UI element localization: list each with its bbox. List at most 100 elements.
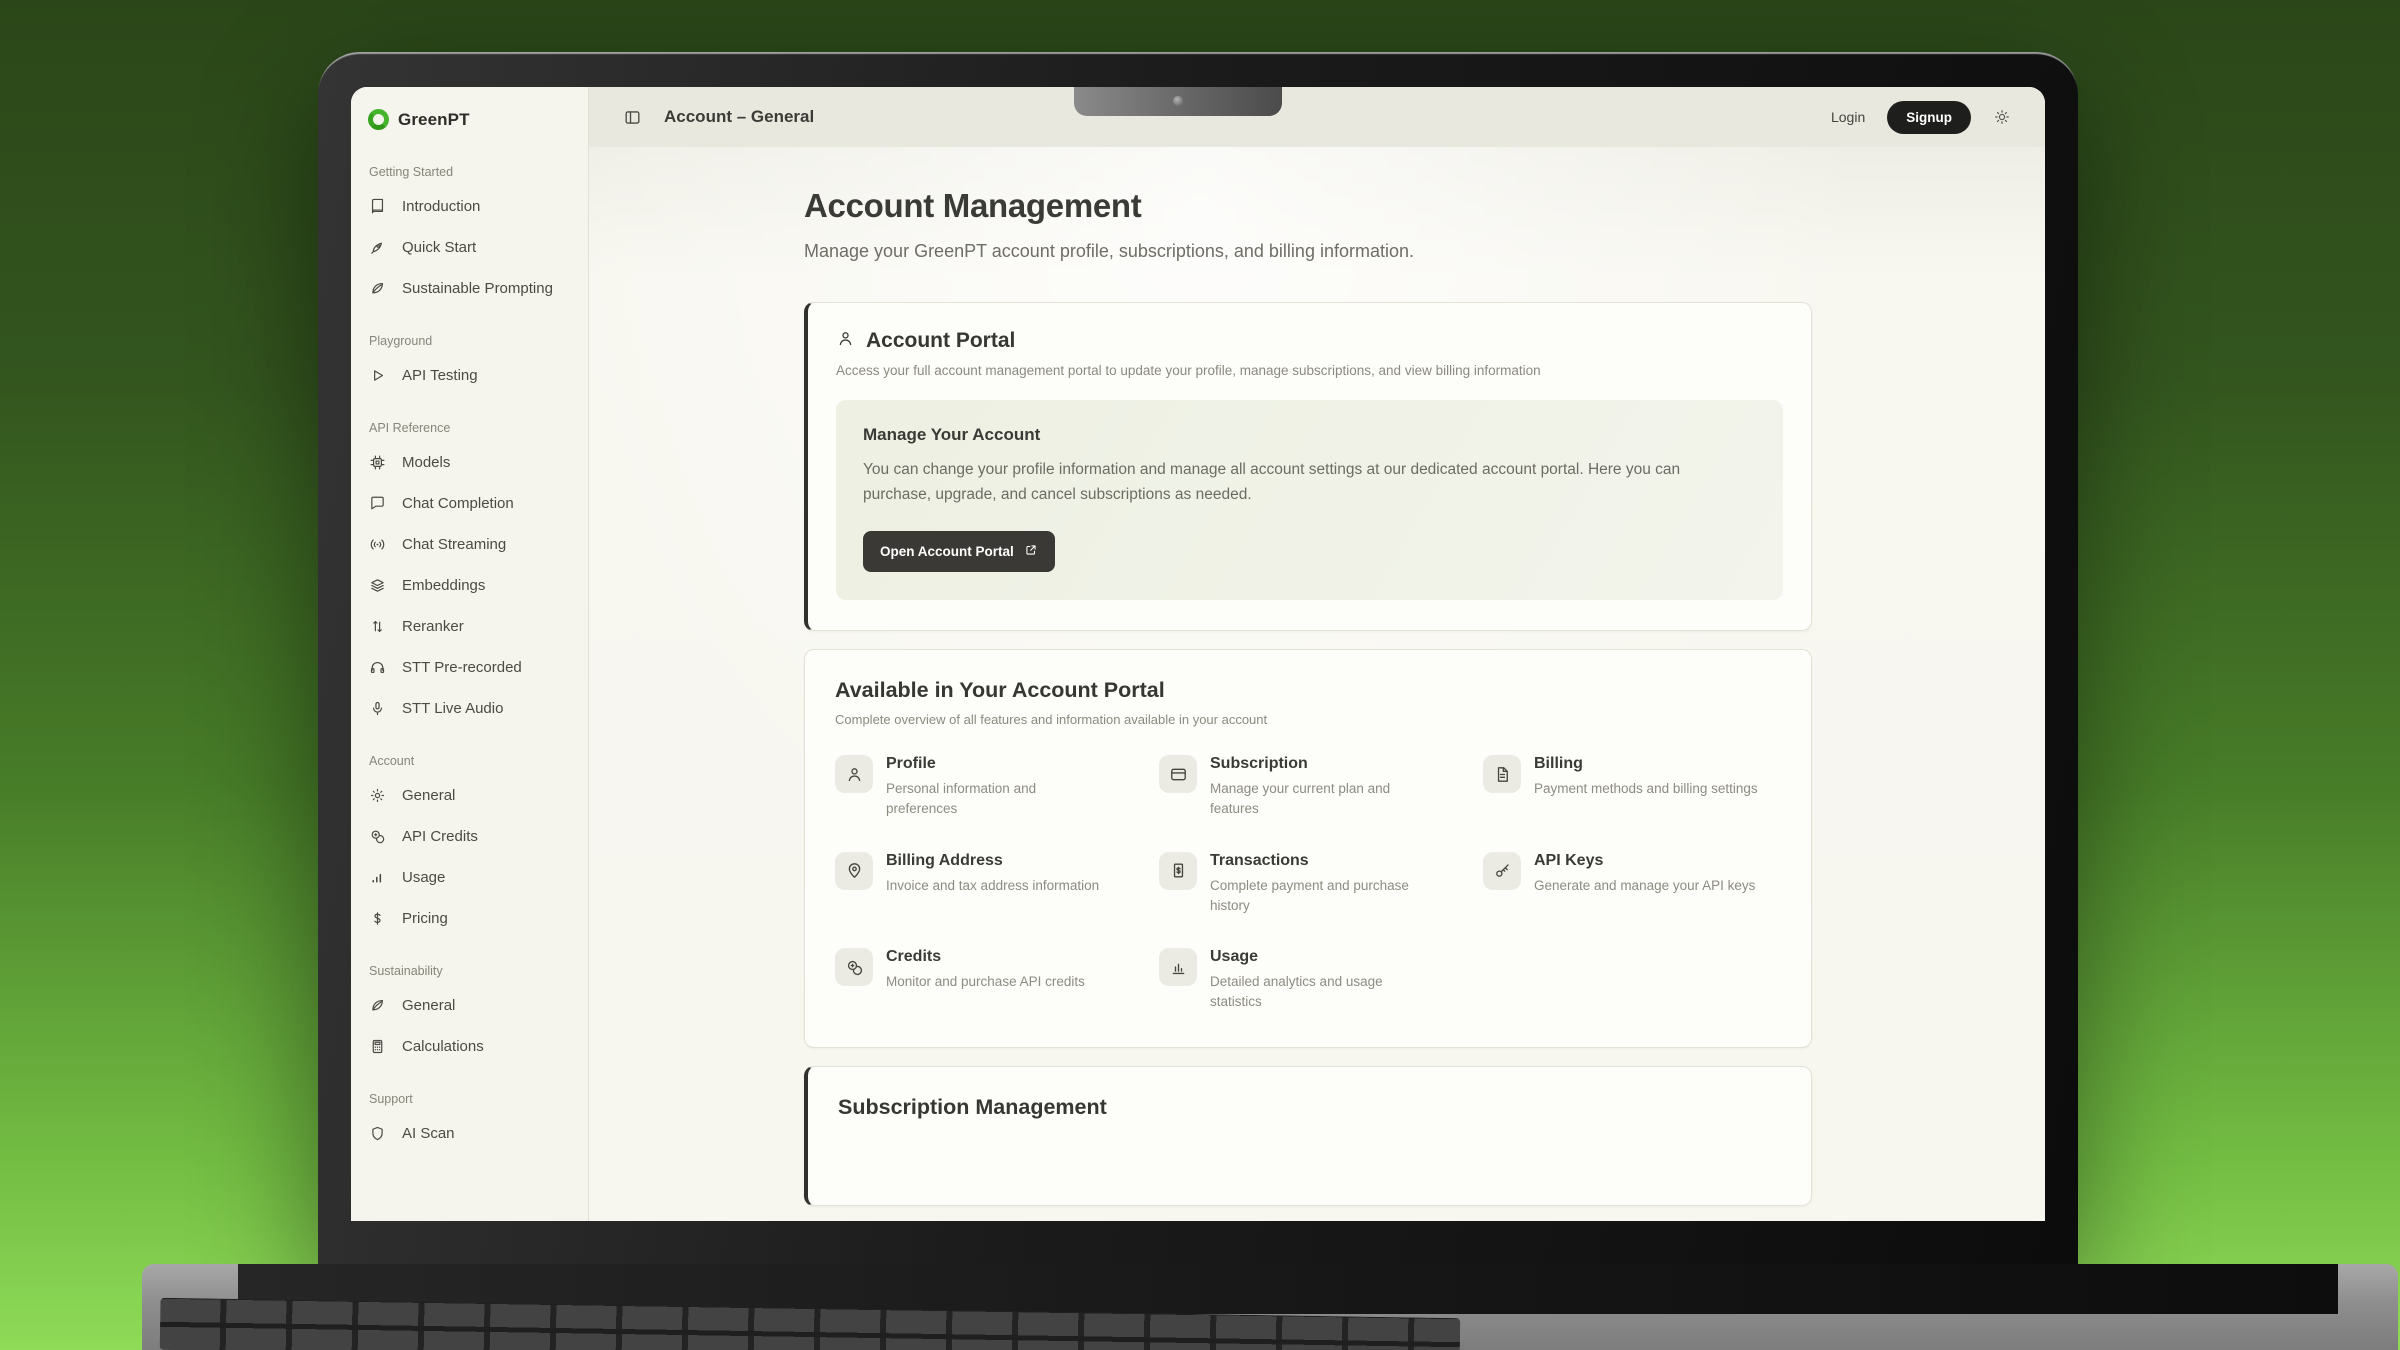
portal-features-card: Available in Your Account Portal Complet… <box>804 649 1812 1048</box>
button-label: Open Account Portal <box>880 544 1014 559</box>
green-ring-icon <box>368 109 389 130</box>
page-content: Account Management Manage your GreenPT a… <box>589 147 2045 1221</box>
sidebar-item-stt-pre-recorded[interactable]: STT Pre-recorded <box>366 647 578 688</box>
sidebar-item-chat-completion[interactable]: Chat Completion <box>366 483 578 524</box>
login-link[interactable]: Login <box>1831 109 1865 125</box>
sidebar-item-label: Usage <box>402 869 445 886</box>
card-description: Access your full account management port… <box>836 363 1783 378</box>
sidebar-item-api-testing[interactable]: API Testing <box>366 355 578 396</box>
laptop-notch <box>1074 87 1282 116</box>
features-grid: Profile Personal information and prefere… <box>835 755 1781 1013</box>
sort-arrows-icon <box>369 618 386 635</box>
bar-chart-icon <box>1159 948 1197 986</box>
dollar-icon <box>369 910 386 927</box>
calculator-icon <box>369 1038 386 1055</box>
sidebar-item-sustainable-prompting[interactable]: Sustainable Prompting <box>366 268 578 309</box>
feature-title: Billing Address <box>886 852 1099 870</box>
sidebar-item-label: API Testing <box>402 367 478 384</box>
sidebar-item-account-general[interactable]: General <box>366 775 578 816</box>
sidebar-item-usage[interactable]: Usage <box>366 857 578 898</box>
sidebar-item-label: Pricing <box>402 910 448 927</box>
sidebar-item-quick-start[interactable]: Quick Start <box>366 227 578 268</box>
feature-credits: Credits Monitor and purchase API credits <box>835 948 1133 1013</box>
sidebar-item-models[interactable]: Models <box>366 442 578 483</box>
page-subtitle: Manage your GreenPT account profile, sub… <box>804 241 1812 262</box>
sidebar-item-label: AI Scan <box>402 1125 455 1142</box>
coins-icon <box>835 948 873 986</box>
feature-subscription: Subscription Manage your current plan an… <box>1159 755 1457 820</box>
feature-desc: Generate and manage your API keys <box>1534 876 1755 896</box>
sidebar-item-label: Introduction <box>402 198 480 215</box>
sidebar-item-calculations[interactable]: Calculations <box>366 1026 578 1067</box>
bars-icon <box>369 869 386 886</box>
play-icon <box>369 367 386 384</box>
feature-desc: Detailed analytics and usage statistics <box>1210 972 1435 1013</box>
shield-icon <box>369 1125 386 1142</box>
feature-transactions: Transactions Complete payment and purcha… <box>1159 852 1457 917</box>
panel-title: Manage Your Account <box>863 425 1756 445</box>
open-account-portal-button[interactable]: Open Account Portal <box>863 531 1055 572</box>
card-title: Account Portal <box>866 329 1015 353</box>
sidebar-item-embeddings[interactable]: Embeddings <box>366 565 578 606</box>
document-icon <box>1483 755 1521 793</box>
sidebar-item-label: Quick Start <box>402 239 476 256</box>
receipt-icon <box>1159 852 1197 890</box>
feature-desc: Payment methods and billing settings <box>1534 779 1758 799</box>
feature-title: Transactions <box>1210 852 1435 870</box>
card-subtitle: Complete overview of all features and in… <box>835 712 1781 727</box>
sidebar-item-label: Chat Streaming <box>402 536 506 553</box>
sidebar-section-support: Support <box>369 1092 578 1106</box>
panel-body: You can change your profile information … <box>863 457 1723 507</box>
book-icon <box>369 198 386 215</box>
leaf-icon <box>369 997 386 1014</box>
sidebar-item-label: Sustainable Prompting <box>402 280 553 297</box>
credit-card-icon <box>1159 755 1197 793</box>
laptop-screen-bezel: GreenPT Getting Started Introduction Qui… <box>318 52 2078 1265</box>
feature-desc: Monitor and purchase API credits <box>886 972 1085 992</box>
user-icon <box>836 329 855 353</box>
sidebar-item-reranker[interactable]: Reranker <box>366 606 578 647</box>
user-icon <box>835 755 873 793</box>
gear-icon <box>369 787 386 804</box>
sidebar-section-playground: Playground <box>369 334 578 348</box>
microphone-icon <box>369 700 386 717</box>
feature-title: Billing <box>1534 755 1758 773</box>
feature-desc: Invoice and tax address information <box>886 876 1099 896</box>
sun-icon[interactable] <box>1993 108 2011 126</box>
feature-billing: Billing Payment methods and billing sett… <box>1483 755 1781 820</box>
page-title: Account Management <box>804 187 1812 225</box>
brand-name: GreenPT <box>398 110 470 130</box>
sidebar-section-api-reference: API Reference <box>369 421 578 435</box>
feature-title: Subscription <box>1210 755 1435 773</box>
external-link-icon <box>1024 543 1038 560</box>
sidebar-item-ai-scan[interactable]: AI Scan <box>366 1113 578 1154</box>
sidebar-item-chat-streaming[interactable]: Chat Streaming <box>366 524 578 565</box>
signup-button[interactable]: Signup <box>1887 101 1971 134</box>
sidebar-item-label: Embeddings <box>402 577 485 594</box>
map-pin-icon <box>835 852 873 890</box>
sidebar-toggle-button[interactable] <box>623 108 642 127</box>
sidebar-item-label: Calculations <box>402 1038 484 1055</box>
app-window: GreenPT Getting Started Introduction Qui… <box>351 87 2045 1221</box>
brand-logo[interactable]: GreenPT <box>366 107 578 140</box>
sidebar-item-stt-live-audio[interactable]: STT Live Audio <box>366 688 578 729</box>
laptop-base <box>142 1264 2398 1350</box>
sidebar-item-label: Models <box>402 454 450 471</box>
sidebar: GreenPT Getting Started Introduction Qui… <box>351 87 589 1221</box>
feature-title: Usage <box>1210 948 1435 966</box>
sidebar-item-sustainability-general[interactable]: General <box>366 985 578 1026</box>
account-portal-card: Account Portal Access your full account … <box>804 302 1812 631</box>
chip-icon <box>369 454 386 471</box>
sidebar-item-introduction[interactable]: Introduction <box>366 186 578 227</box>
sidebar-item-label: General <box>402 997 455 1014</box>
sidebar-item-api-credits[interactable]: API Credits <box>366 816 578 857</box>
sidebar-section-sustainability: Sustainability <box>369 964 578 978</box>
leaf-icon <box>369 280 386 297</box>
webcam-icon <box>1173 96 1183 106</box>
feature-title: Profile <box>886 755 1111 773</box>
topbar: Account – General Login Signup <box>589 87 2045 147</box>
sidebar-item-pricing[interactable]: Pricing <box>366 898 578 939</box>
feature-billing-address: Billing Address Invoice and tax address … <box>835 852 1133 917</box>
manage-account-panel: Manage Your Account You can change your … <box>836 400 1783 600</box>
page-breadcrumb-title: Account – General <box>664 107 814 127</box>
